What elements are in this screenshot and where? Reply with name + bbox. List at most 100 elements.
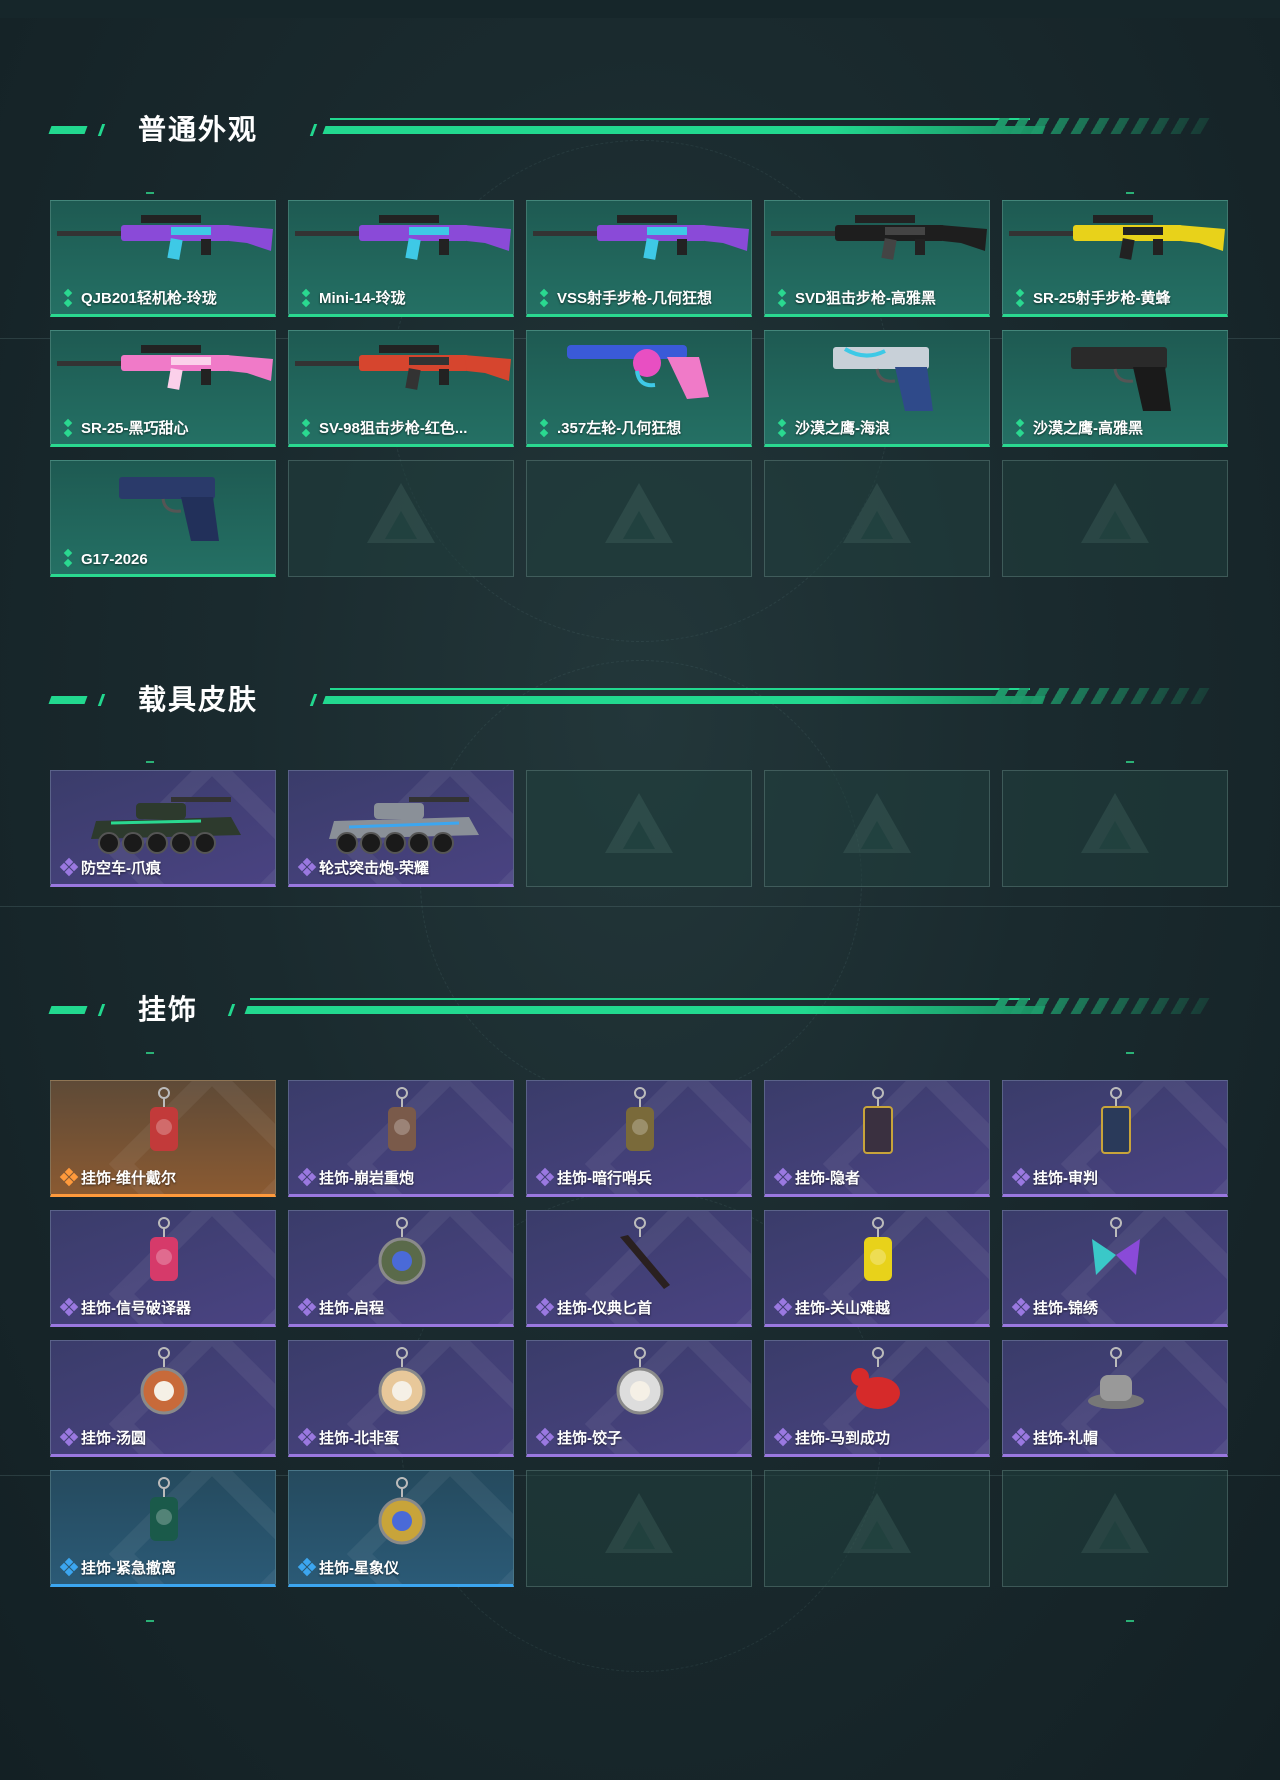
rarity-diamond-icon: [59, 1557, 79, 1577]
rarity-diamond-icon: [59, 1427, 79, 1447]
rarity-diamond-icon: [297, 1167, 317, 1187]
charm-icon: [864, 1217, 892, 1281]
item-card[interactable]: 挂饰-暗行哨兵: [526, 1080, 752, 1197]
item-card[interactable]: 挂饰-启程: [288, 1210, 514, 1327]
rarity-diamond-icon: [297, 1557, 317, 1577]
charm-icon: [150, 1217, 178, 1281]
item-card[interactable]: SR-25-黑巧甜心: [50, 330, 276, 447]
corner-mark: [146, 192, 154, 194]
header-accent: [97, 694, 106, 706]
pistol-icon: [1071, 347, 1171, 411]
revolver-icon: [567, 345, 709, 399]
item-label: 挂饰-隐者: [795, 1170, 860, 1187]
item-card[interactable]: 挂饰-紧急撤离: [50, 1470, 276, 1587]
rarity-marker-icon: [63, 548, 73, 568]
item-card[interactable]: 挂饰-锦绣: [1002, 1210, 1228, 1327]
header-checker: [990, 688, 1210, 704]
item-card[interactable]: 防空车-爪痕: [50, 770, 276, 887]
item-card[interactable]: 沙漠之鹰-高雅黑: [1002, 330, 1228, 447]
empty-slot: [764, 460, 990, 577]
charm-icon: [388, 1087, 416, 1151]
item-label: 挂饰-审判: [1033, 1170, 1098, 1187]
item-card[interactable]: 挂饰-星象仪: [288, 1470, 514, 1587]
item-card[interactable]: 挂饰-仪典匕首: [526, 1210, 752, 1327]
empty-slot: [1002, 1470, 1228, 1587]
item-card[interactable]: 沙漠之鹰-海浪: [764, 330, 990, 447]
item-label: 挂饰-暗行哨兵: [557, 1170, 652, 1187]
item-label: 挂饰-维什戴尔: [81, 1170, 176, 1187]
item-label: 挂饰-崩岩重炮: [319, 1170, 414, 1187]
item-card[interactable]: 挂饰-维什戴尔: [50, 1080, 276, 1197]
item-card[interactable]: .357左轮-几何狂想: [526, 330, 752, 447]
charm-icon: [626, 1087, 654, 1151]
header-bar: [244, 1006, 1046, 1014]
item-label: 挂饰-北非蛋: [319, 1430, 399, 1447]
header-accent: [97, 1004, 106, 1016]
item-card[interactable]: G17-2026: [50, 460, 276, 577]
rarity-diamond-icon: [59, 857, 79, 877]
pistol-icon: [833, 347, 933, 411]
item-card[interactable]: SVD狙击步枪-高雅黑: [764, 200, 990, 317]
rarity-marker-icon: [63, 418, 73, 438]
item-card[interactable]: 轮式突击炮-荣耀: [288, 770, 514, 887]
item-card[interactable]: 挂饰-关山难越: [764, 1210, 990, 1327]
bowl-charm-icon: [140, 1347, 188, 1415]
item-card[interactable]: VSS射手步枪-几何狂想: [526, 200, 752, 317]
sniper-rifle-icon: [771, 215, 987, 260]
header-accent: [97, 124, 106, 136]
charm-icon: [150, 1087, 178, 1151]
section-title: 挂饰: [138, 994, 199, 1025]
header-accent: [48, 126, 88, 134]
corner-mark: [1126, 1052, 1134, 1054]
sniper-rifle-icon: [295, 345, 511, 390]
item-card[interactable]: QJB201轻机枪-玲珑: [50, 200, 276, 317]
charm-icon: [150, 1477, 178, 1541]
item-label: 轮式突击炮-荣耀: [319, 860, 429, 877]
item-card[interactable]: 挂饰-汤圆: [50, 1340, 276, 1457]
rarity-diamond-icon: [535, 1297, 555, 1317]
placeholder-logo-inner: [623, 820, 655, 849]
rarity-diamond-icon: [1011, 1427, 1031, 1447]
item-card[interactable]: SR-25射手步枪-黄蜂: [1002, 200, 1228, 317]
corner-mark: [1126, 761, 1134, 763]
empty-slot: [288, 460, 514, 577]
item-card[interactable]: 挂饰-饺子: [526, 1340, 752, 1457]
rarity-marker-icon: [539, 288, 549, 308]
item-label: 沙漠之鹰-海浪: [795, 420, 890, 437]
corner-mark: [1126, 192, 1134, 194]
item-card[interactable]: SV-98狙击步枪-红色...: [288, 330, 514, 447]
item-card[interactable]: Mini-14-玲珑: [288, 200, 514, 317]
empty-slot: [526, 770, 752, 887]
item-card[interactable]: 挂饰-礼帽: [1002, 1340, 1228, 1457]
placeholder-logo-inner: [861, 820, 893, 849]
item-label: SR-25-黑巧甜心: [81, 420, 189, 437]
item-card[interactable]: 挂饰-隐者: [764, 1080, 990, 1197]
section-header-skins: 普通外观: [48, 110, 1210, 150]
corner-mark: [146, 1620, 154, 1622]
header-line: [330, 688, 1030, 690]
item-card[interactable]: 挂饰-信号破译器: [50, 1210, 276, 1327]
empty-slot: [526, 1470, 752, 1587]
item-card[interactable]: 挂饰-崩岩重炮: [288, 1080, 514, 1197]
butterfly-charm-icon: [1092, 1217, 1140, 1275]
rarity-marker-icon: [777, 418, 787, 438]
item-card[interactable]: 挂饰-审判: [1002, 1080, 1228, 1197]
rarity-marker-icon: [301, 288, 311, 308]
item-label: 挂饰-关山难越: [795, 1300, 890, 1317]
header-checker: [990, 998, 1210, 1014]
placeholder-logo-inner: [623, 510, 655, 539]
light-machine-gun-icon: [57, 215, 273, 260]
placeholder-logo-inner: [1099, 1520, 1131, 1549]
rarity-marker-icon: [777, 288, 787, 308]
empty-slot: [526, 460, 752, 577]
corner-mark: [1126, 1620, 1134, 1622]
item-label: G17-2026: [81, 551, 148, 568]
horse-charm-icon: [851, 1347, 900, 1409]
rarity-diamond-icon: [535, 1167, 555, 1187]
rarity-diamond-icon: [297, 1297, 317, 1317]
item-label: 挂饰-信号破译器: [81, 1300, 191, 1317]
item-card[interactable]: 挂饰-马到成功: [764, 1340, 990, 1457]
header-accent: [48, 1006, 88, 1014]
item-card[interactable]: 挂饰-北非蛋: [288, 1340, 514, 1457]
empty-slot: [1002, 460, 1228, 577]
